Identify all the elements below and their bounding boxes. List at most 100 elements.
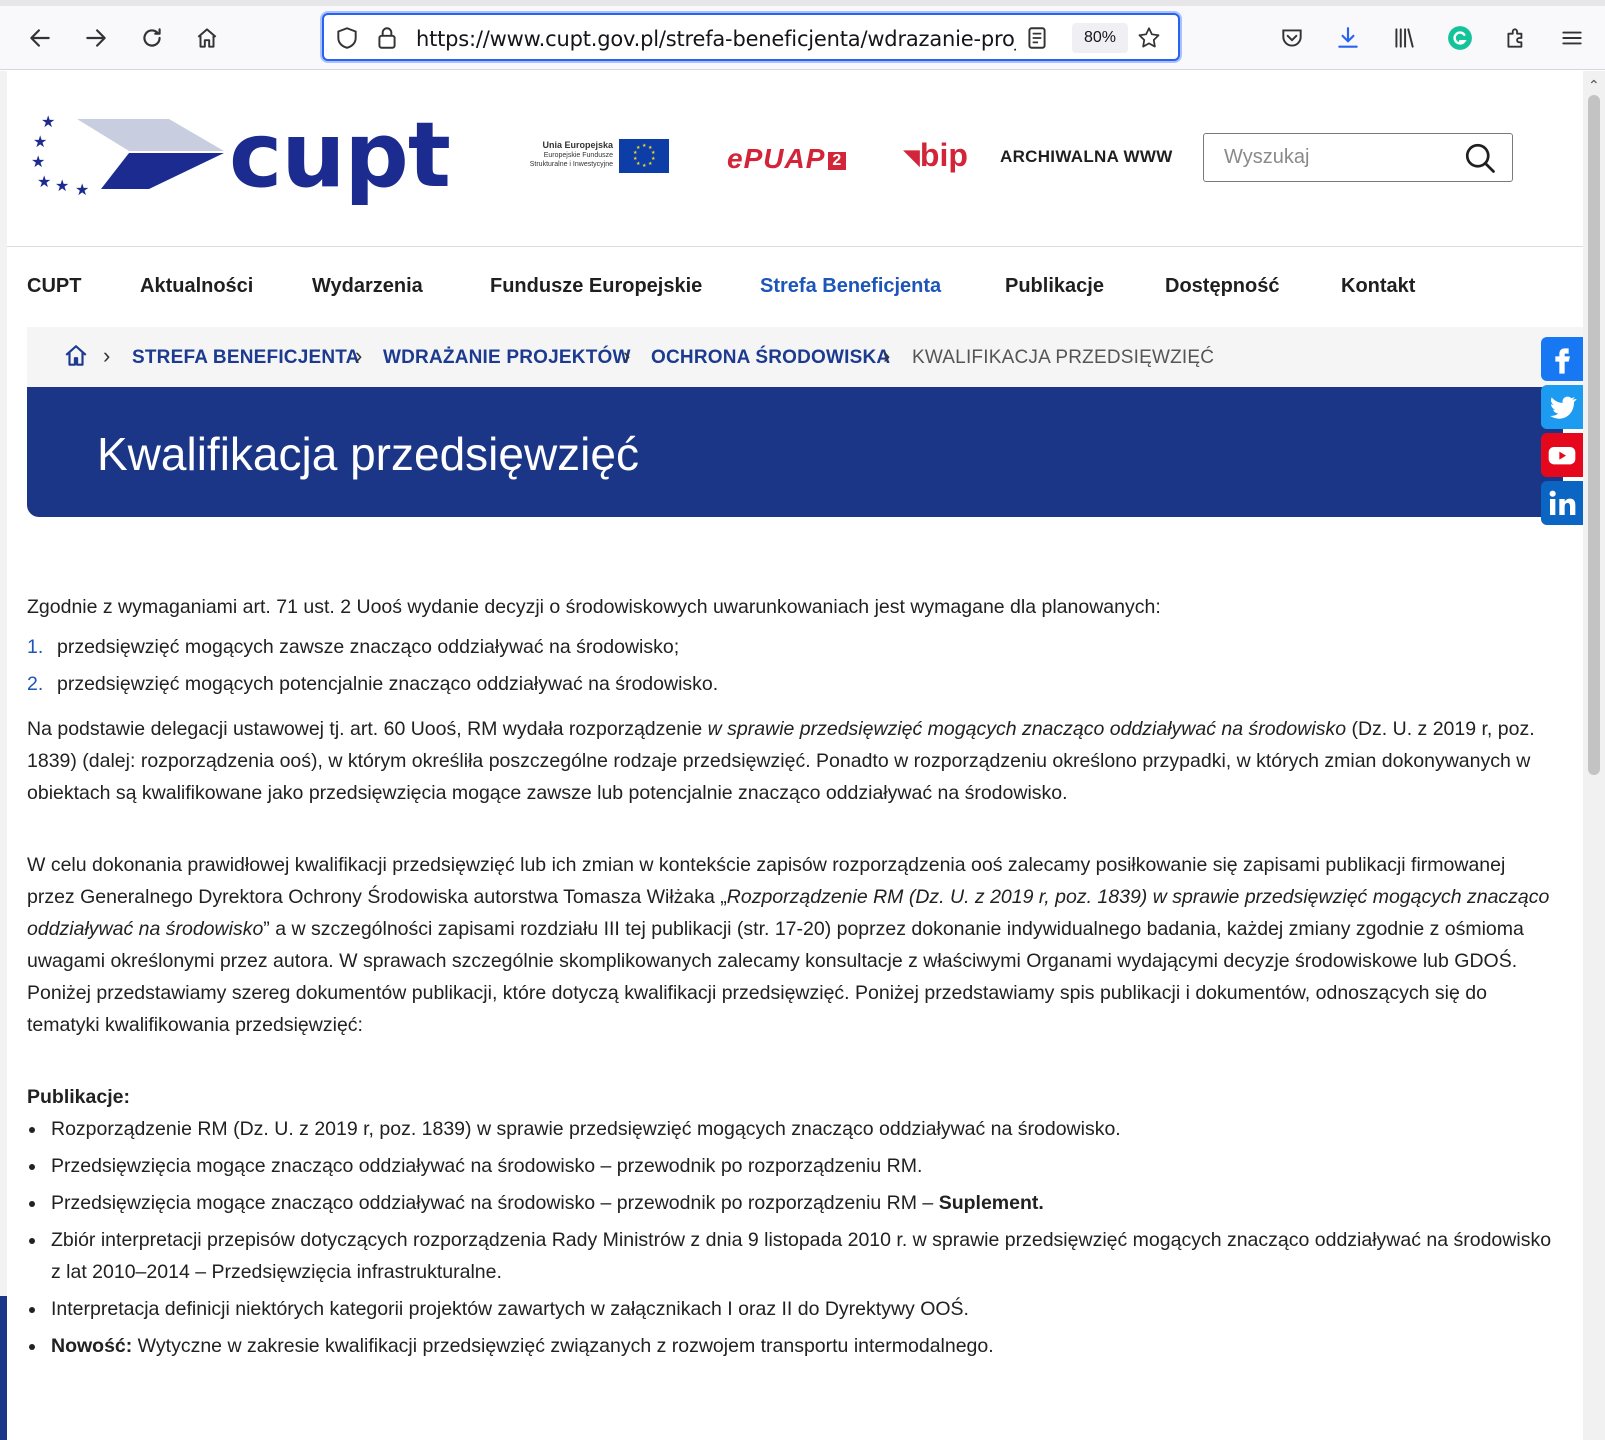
list-item-text: przedsięwzięć mogących zawsze znacząco o… (57, 636, 680, 658)
twitter-link[interactable] (1541, 385, 1583, 429)
youtube-link[interactable] (1541, 433, 1583, 477)
publication-link[interactable]: Przedsięwzięcia mogące znacząco oddziały… (27, 1150, 1557, 1182)
publication-link[interactable]: Nowość: Wytyczne w zakresie kwalifikacji… (27, 1330, 1557, 1362)
downloads-button[interactable] (1328, 18, 1368, 58)
forward-button[interactable] (76, 18, 116, 58)
download-icon (1338, 27, 1358, 48)
cupt-logo-mark-icon: ★ ★ ★ ★ ★ ★ (31, 114, 224, 199)
publication-link[interactable]: Rozporządzenie RM (Dz. U. z 2019 r, poz.… (27, 1113, 1557, 1145)
publications-list: Rozporządzenie RM (Dz. U. z 2019 r, poz.… (27, 1113, 1557, 1362)
chevron-right-icon: › (355, 343, 363, 368)
scrollbar-thumb[interactable] (1588, 95, 1600, 775)
list-item: 2. przedsięwzięć mogących potencjalnie zn… (27, 666, 1557, 703)
twitter-icon (1550, 396, 1577, 419)
eu-subtitle-1: Europejskie Fundusze (543, 152, 613, 159)
nav-item-kontakt[interactable]: Kontakt (1341, 275, 1415, 298)
browser-toolbar: https://www.cupt.gov.pl/strefa-beneficje… (0, 6, 1605, 70)
nav-item-cupt[interactable]: CUPT (27, 275, 81, 298)
zoom-level-button[interactable]: 80% (1072, 23, 1128, 53)
chevron-right-icon: › (623, 343, 631, 368)
svg-text:★: ★ (31, 154, 45, 171)
svg-text:★: ★ (33, 134, 47, 151)
cupt-logo[interactable]: ★ ★ ★ ★ ★ ★ cupt (29, 103, 451, 209)
bookmark-star-icon[interactable] (1136, 25, 1162, 51)
publications-heading: Publikacje: (27, 1086, 130, 1108)
svg-text:★: ★ (642, 143, 647, 149)
publication-link[interactable]: Interpretacja definicji niektórych kateg… (27, 1293, 1557, 1325)
main-content: Zgodnie z wymaganiami art. 71 ust. 2 Uoo… (27, 591, 1557, 1367)
lock-icon[interactable] (374, 25, 400, 51)
nav-item-strefa-beneficjenta[interactable]: Strefa Beneficjenta (760, 275, 941, 298)
qualification-paragraph: W celu dokonania prawidłowej kwalifikacj… (27, 849, 1557, 1041)
search-button[interactable] (1462, 140, 1498, 176)
breadcrumb-wdrazanie-projektow[interactable]: WDRAŻANIE PROJEKTÓW (383, 347, 631, 369)
breadcrumb-ochrona-srodowiska[interactable]: OCHRONA ŚRODOWISKA (651, 347, 890, 369)
intro-paragraph: Zgodnie z wymaganiami art. 71 ust. 2 Uoo… (27, 596, 1161, 618)
puzzle-icon (1507, 28, 1523, 48)
svg-text:★: ★ (633, 156, 638, 162)
nav-item-publikacje[interactable]: Publikacje (1005, 275, 1104, 298)
search-box (1203, 133, 1513, 182)
url-text[interactable]: https://www.cupt.gov.pl/strefa-beneficje… (416, 27, 1016, 51)
linkedin-link[interactable] (1541, 481, 1583, 525)
window-edge (0, 71, 7, 1440)
nav-item-aktualnosci[interactable]: Aktualności (140, 275, 253, 298)
scroll-up-icon[interactable]: ⌃ (1588, 77, 1600, 94)
epuap-badge: 2 (828, 151, 847, 170)
forward-arrow-icon (86, 29, 106, 47)
library-button[interactable] (1384, 18, 1424, 58)
svg-text:★: ★ (55, 178, 69, 195)
eu-subtitle-2: Strukturalne i Inwestycyjne (529, 161, 613, 168)
reader-view-icon[interactable] (1024, 25, 1050, 51)
linkedin-icon (1549, 490, 1576, 515)
shield-icon[interactable] (334, 25, 360, 51)
youtube-icon (1548, 447, 1576, 465)
svg-text:★: ★ (41, 114, 55, 131)
reload-button[interactable] (132, 18, 172, 58)
list-number: 2. (27, 673, 44, 695)
pocket-icon (1282, 29, 1302, 47)
supplement-label: Suplement (938, 1192, 1039, 1214)
text-span: Przedsięwzięcia mogące znacząco oddziały… (51, 1192, 939, 1214)
extensions-button[interactable] (1496, 18, 1536, 58)
svg-text:★: ★ (648, 161, 653, 167)
eu-title: Unia Europejska (542, 140, 613, 150)
main-navigation: CUPT Aktualności Wydarzenia Fundusze Eur… (7, 247, 1583, 327)
breadcrumb-strefa-beneficjenta[interactable]: STREFA BENEFICJENTA (132, 347, 360, 369)
nav-item-fundusze-europejskie[interactable]: Fundusze Europejskie (490, 275, 702, 298)
svg-text:★: ★ (75, 182, 89, 199)
logo-text: cupt (229, 103, 451, 208)
window-edge-accent (0, 1296, 7, 1440)
library-icon (1395, 28, 1414, 48)
publication-link[interactable]: Zbiór interpretacji przepisów dotyczącyc… (27, 1224, 1557, 1288)
title-banner: Kwalifikacja przedsięwzięć (27, 387, 1563, 517)
epuap-link[interactable]: ePUAP 2 (727, 143, 847, 175)
nav-item-wydarzenia[interactable]: Wydarzenia (312, 275, 423, 298)
breadcrumb-home-icon[interactable] (63, 343, 89, 369)
web-page: ★ ★ ★ ★ ★ ★ cupt Unia Europejska Europej… (7, 71, 1583, 1440)
numbered-list: 1. przedsięwzięć mogących zawsze znacząco… (27, 629, 1557, 703)
grammarly-extension-button[interactable] (1440, 18, 1480, 58)
facebook-icon (1555, 348, 1570, 374)
back-button[interactable] (20, 18, 60, 58)
home-button[interactable] (187, 18, 227, 58)
reload-icon (143, 28, 161, 47)
new-badge: Nowość: (51, 1335, 133, 1357)
menu-button[interactable] (1552, 18, 1592, 58)
nav-item-dostepnosc[interactable]: Dostępność (1165, 275, 1279, 298)
grammarly-icon (1448, 26, 1472, 50)
pocket-button[interactable] (1272, 18, 1312, 58)
facebook-link[interactable] (1541, 337, 1583, 381)
back-arrow-icon (30, 29, 50, 47)
url-bar[interactable]: https://www.cupt.gov.pl/strefa-beneficje… (322, 13, 1180, 61)
search-input[interactable] (1204, 134, 1454, 181)
page-scrollbar[interactable]: ⌃ (1583, 71, 1605, 1440)
eu-funds-logo[interactable]: Unia Europejska Europejskie Fundusze Str… (521, 139, 681, 175)
breadcrumb: › STREFA BENEFICJENTA › WDRAŻANIE PROJEK… (27, 327, 1583, 387)
bip-link[interactable]: ◥bip (903, 137, 968, 174)
text-span: . (1038, 1192, 1044, 1214)
regulation-title-link[interactable]: w sprawie przedsięwzięć mogących znacząc… (708, 718, 1346, 740)
publication-link[interactable]: Przedsięwzięcia mogące znacząco oddziały… (27, 1187, 1557, 1219)
breadcrumb-current: KWALIFIKACJA PRZEDSIĘWZIĘĆ (912, 347, 1215, 368)
archive-www-link[interactable]: ARCHIWALNA WWW (1000, 147, 1173, 167)
